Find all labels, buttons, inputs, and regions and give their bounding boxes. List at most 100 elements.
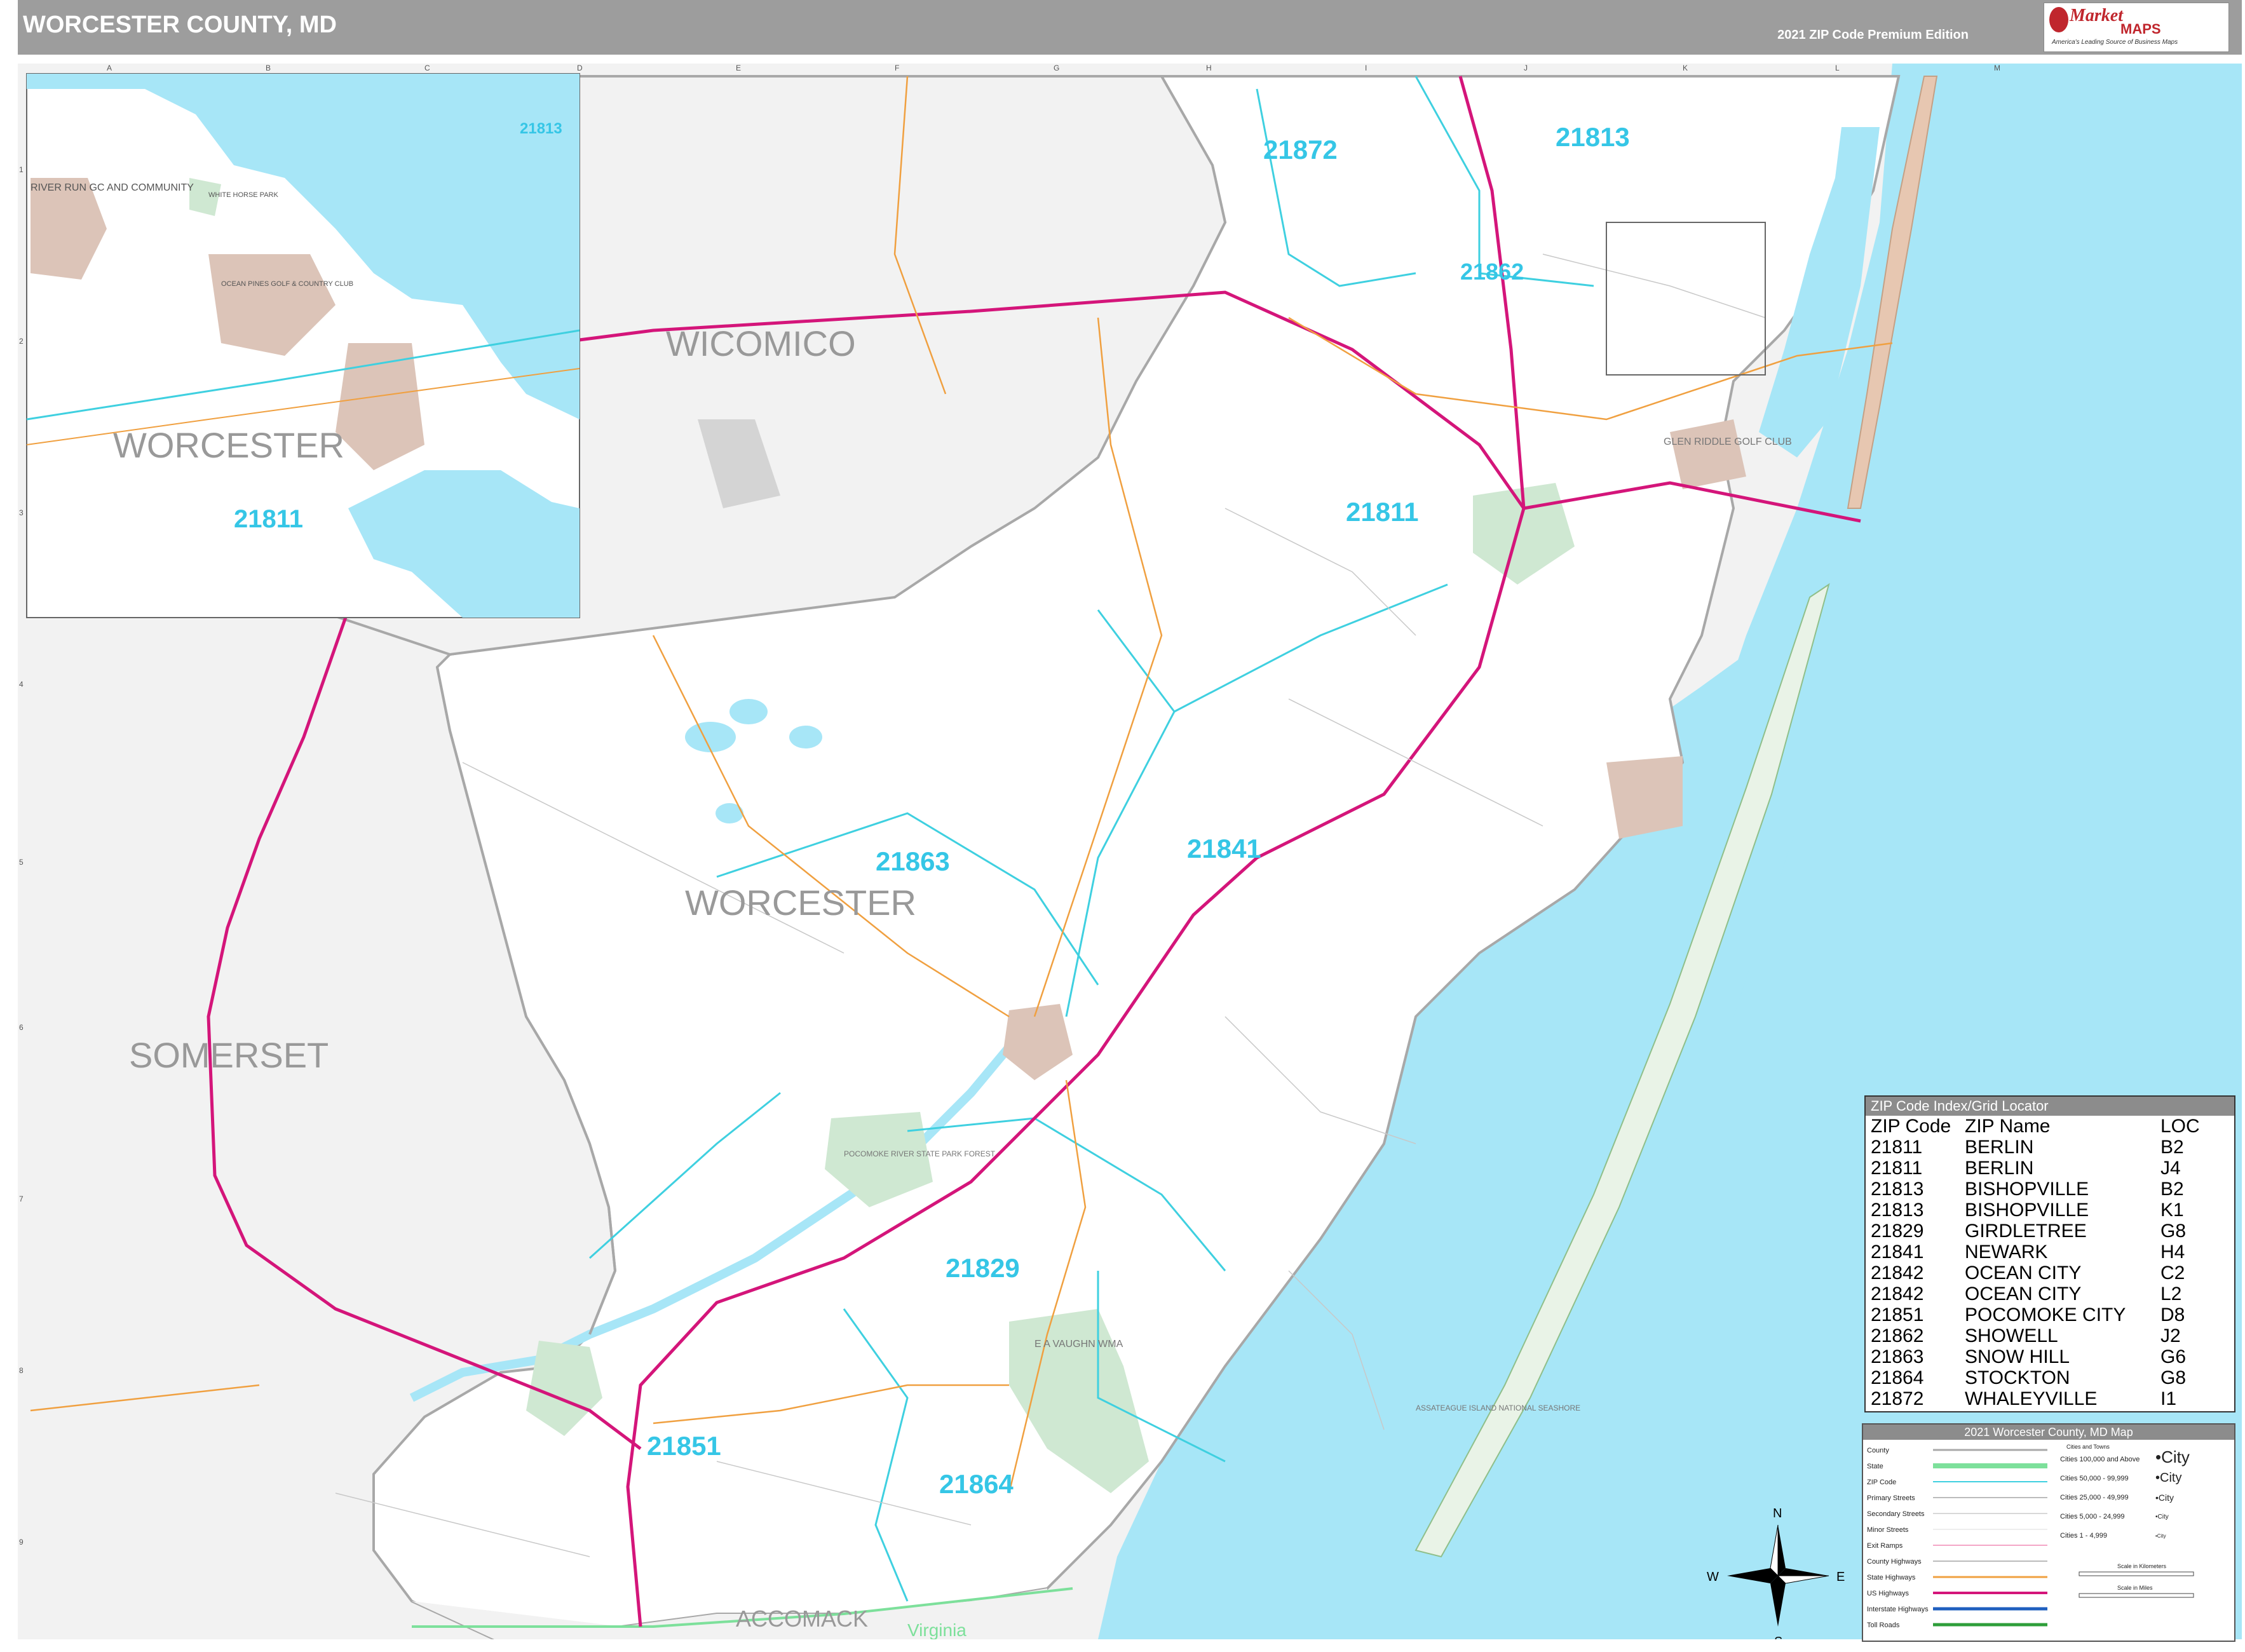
legend-item: County Highways [1867,1558,1922,1566]
cell-loc: J2 [2160,1325,2181,1346]
grid-col: J [1524,64,1528,72]
legend-item: Toll Roads [1867,1622,1900,1629]
zip-label-21829: 21829 [946,1253,1020,1283]
zip-index-title: ZIP Code Index/Grid Locator [1866,1097,2234,1116]
col-zip-name: ZIP Name [1965,1116,2051,1137]
cell-loc: G6 [2160,1346,2187,1367]
cell-zip: 21841 [1871,1242,1924,1263]
legend-city-sample: •City [2155,1471,2181,1485]
compass-w: W [1707,1570,1719,1584]
legend-city-range: Cities 1 - 4,999 [2060,1532,2107,1540]
market-maps-logo: Market MAPS America's Leading Source of … [2044,3,2229,52]
legend-symbols: County State ZIP Code Primary Streets Se… [1867,1444,2194,1629]
cell-zip: 21813 [1871,1200,1924,1221]
legend-city-range: Cities 25,000 - 49,999 [2060,1494,2129,1501]
cell-loc: I1 [2160,1388,2177,1409]
grid-col: G [1054,64,1060,72]
table-row: 21862 SHOWELL J2 [1868,1325,2202,1346]
cell-loc: B2 [2160,1137,2184,1158]
map-legend-panel: 2021 Worcester County, MD Map County Sta… [1862,1423,2235,1642]
grid-row: 9 [19,1538,24,1547]
legend-city-range: Cities 5,000 - 24,999 [2060,1513,2125,1520]
legend-city-sample: •City [2155,1447,2190,1466]
county-label-wicomico: WICOMICO [666,323,856,363]
legend-item: State Highways [1867,1574,1916,1581]
lake [685,722,736,752]
grid-row: 7 [19,1195,24,1203]
grid-col: B [266,64,271,72]
zip-label-21864: 21864 [939,1469,1014,1499]
cell-zip: 21842 [1871,1263,1924,1283]
cell-loc: D8 [2160,1304,2185,1325]
cell-name: BERLIN [1965,1137,2034,1158]
table-row: 21841 NEWARK H4 [1868,1242,2202,1263]
table-row: 21863 SNOW HILL G6 [1868,1346,2202,1367]
lake [729,699,768,724]
cell-loc: B2 [2160,1179,2184,1200]
edition-label: 2021 ZIP Code Premium Edition [1777,28,1969,42]
col-loc: LOC [2160,1116,2200,1137]
cell-name: SNOW HILL [1965,1346,2070,1367]
zip-index-panel: ZIP Code Index/Grid Locator ZIP Code ZIP… [1864,1095,2235,1412]
zip-label-21872: 21872 [1263,135,1338,165]
cell-loc: K1 [2160,1200,2184,1221]
grid-left: 1 2 3 4 5 6 7 8 9 [19,64,32,1639]
cell-zip: 21851 [1871,1304,1924,1325]
grid-col: F [895,64,900,72]
compass-n: N [1773,1506,1782,1520]
cell-name: WHALEYVILLE [1965,1388,2098,1409]
zip-label-21811: 21811 [1346,497,1418,527]
legend-city-sample: •City [2155,1533,2166,1539]
county-label-worcester: WORCESTER [685,883,916,923]
cell-loc: G8 [2160,1367,2187,1388]
label-pocomoke-forest: POCOMOKE RIVER STATE PARK FOREST [844,1149,996,1158]
grid-row: 5 [19,858,24,867]
table-row: 21842 OCEAN CITY C2 [1868,1263,2202,1283]
cell-zip: 21811 [1871,1158,1923,1179]
table-row: 21872 WHALEYVILLE I1 [1868,1388,2202,1409]
legend-city-range: Cities 100,000 and Above [2060,1456,2140,1463]
map-title: WORCESTER COUNTY, MD [23,11,337,38]
legend-item: County [1867,1447,1889,1454]
lake [789,726,822,748]
table-row: 21813 BISHOPVILLE K1 [1868,1200,2202,1221]
col-zip-code: ZIP Code [1871,1116,1951,1137]
inset-zip-21811: 21811 [234,505,303,533]
zip-index-header-row: ZIP Code ZIP Name LOC [1868,1116,2202,1137]
cell-name: BERLIN [1965,1158,2034,1179]
zip-label-21841: 21841 [1187,834,1261,863]
grid-row: 6 [19,1023,24,1032]
grid-col: M [1994,64,2000,72]
cell-loc: G8 [2160,1221,2187,1242]
table-row: 21829 GIRDLETREE G8 [1868,1221,2202,1242]
cell-name: SHOWELL [1965,1325,2058,1346]
cell-loc: L2 [2160,1283,2182,1304]
legend-scale-km: Scale in Kilometers [2117,1563,2167,1569]
grid-row: 3 [19,508,24,517]
logo-tagline: America's Leading Source of Business Map… [2052,39,2178,46]
grid-col: I [1365,64,1367,72]
logo-mark-icon [2049,7,2068,32]
cell-zip: 21842 [1871,1283,1924,1304]
inset-county-label: WORCESTER [113,425,344,465]
legend-item: Secondary Streets [1867,1510,1925,1518]
cell-zip: 21872 [1871,1388,1924,1409]
legend-scale-mi: Scale in Miles [2117,1585,2153,1591]
grid-col: K [1683,64,1688,72]
scale-bar-mi [2079,1593,2194,1598]
label-glen-riddle: GLEN RIDDLE GOLF CLUB [1664,437,1792,447]
cell-name: STOCKTON [1965,1367,2070,1388]
grid-col: E [736,64,742,72]
label-ea-vaughn: E A VAUGHN WMA [1034,1339,1123,1350]
grid-col: D [577,64,583,72]
cell-name: OCEAN CITY [1965,1283,2082,1304]
legend-city-sample: •City [2155,1493,2174,1503]
grid-row: 1 [19,165,24,174]
urban-ocean-pines [1606,756,1683,839]
cell-zip: 21811 [1871,1137,1923,1158]
inset-zip-21813: 21813 [520,120,562,137]
table-row: 21864 STOCKTON G8 [1868,1367,2202,1388]
legend-item: ZIP Code [1867,1479,1896,1486]
legend-item: Minor Streets [1867,1526,1909,1534]
inset-map: 21813 21811 WORCESTER RIVER RUN GC AND C… [26,73,580,618]
